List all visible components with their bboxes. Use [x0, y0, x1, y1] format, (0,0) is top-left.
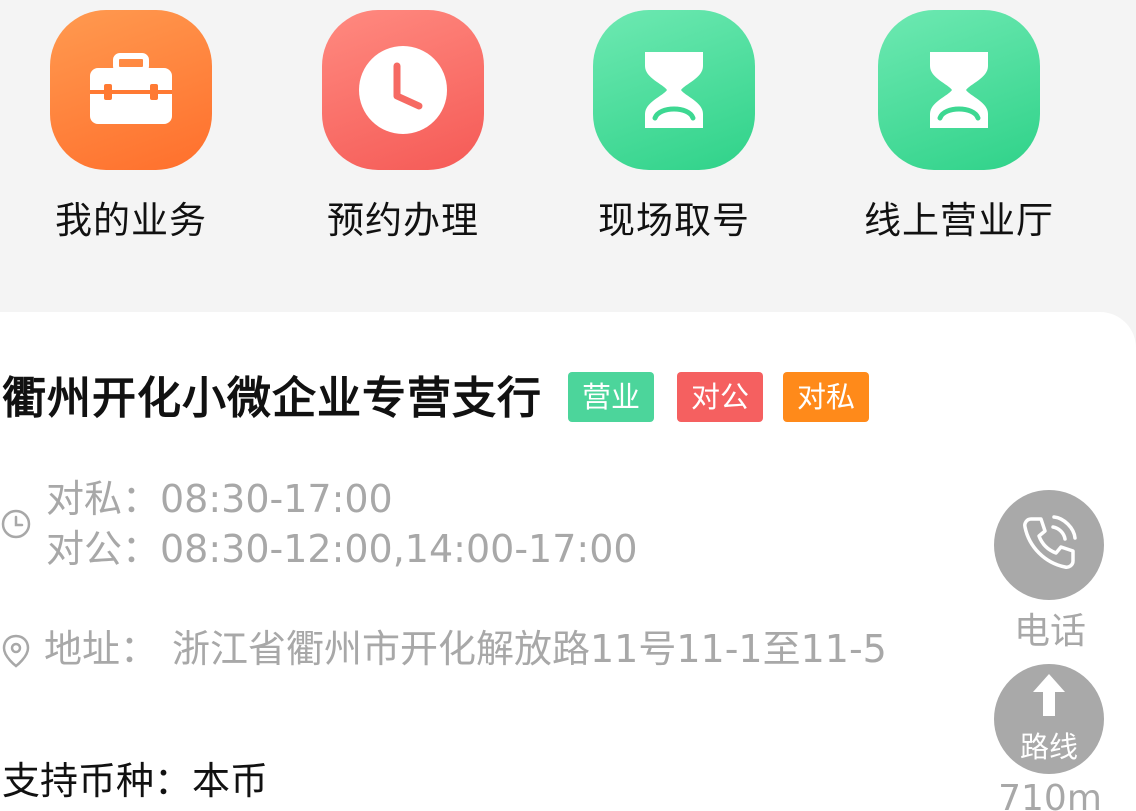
- address-value: 浙江省衢州市开化解放路11号11-1至11-5: [172, 627, 887, 671]
- action-label: 我的业务: [55, 199, 207, 242]
- action-appointment[interactable]: 预约办理: [303, 10, 503, 244]
- route-button[interactable]: 路线: [994, 664, 1104, 774]
- action-label: 线上营业厅: [864, 199, 1054, 242]
- action-label: 预约办理: [327, 199, 479, 242]
- action-label: 现场取号: [598, 199, 750, 242]
- phone-button[interactable]: [994, 490, 1104, 600]
- route-arrow-icon: [1029, 672, 1069, 722]
- tag-public: 对公: [677, 372, 764, 422]
- phone-icon: [1017, 511, 1081, 579]
- branch-name: 衢州开化小微企业专营支行: [2, 373, 542, 424]
- action-take-number[interactable]: 现场取号: [574, 10, 774, 244]
- route-label: 路线: [1019, 730, 1078, 764]
- phone-label: 电话: [1013, 611, 1086, 652]
- business-hours: 对私：08:30-17:00 对公：08:30-12:00,14:00-17:0…: [46, 474, 638, 574]
- quick-actions: 我的业务 预约办理 现场取号 线上营业厅: [0, 0, 1136, 300]
- tag-open: 营业: [568, 372, 655, 422]
- briefcase-icon: [50, 10, 212, 170]
- action-my-business[interactable]: 我的业务: [31, 10, 231, 244]
- action-online-hall[interactable]: 线上营业厅: [859, 10, 1059, 244]
- supported-currency: 支持币种：本币: [2, 759, 269, 803]
- hours-public: 对公：08:30-12:00,14:00-17:00: [46, 527, 638, 571]
- address-label: 地址：: [44, 627, 159, 671]
- location-pin-icon: [0, 633, 32, 673]
- hours-private: 对私：08:30-17:00: [46, 477, 393, 521]
- clock-icon: [0, 508, 32, 544]
- branch-card[interactable]: 衢州开化小微企业专营支行 营业 对公 对私 对私：08:30-17:00 对公：…: [0, 312, 1136, 811]
- clock-icon: [322, 10, 484, 170]
- tag-private: 对私: [783, 372, 870, 422]
- hourglass-icon: [878, 10, 1040, 170]
- hourglass-icon: [593, 10, 755, 170]
- route-distance: 710m: [998, 778, 1102, 811]
